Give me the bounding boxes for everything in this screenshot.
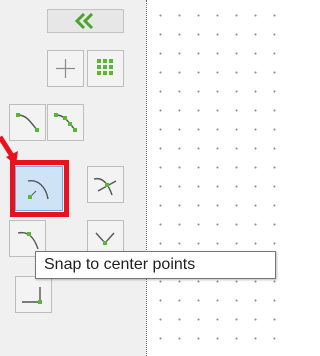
snap-grid-button[interactable]	[87, 50, 124, 87]
snap-line-end-button[interactable]	[15, 276, 52, 313]
snap-segment-points-button[interactable]	[47, 104, 84, 141]
double-chevron-left-icon	[74, 13, 94, 29]
plus-icon	[56, 59, 75, 78]
palette-strip	[130, 0, 146, 356]
snap-line-end-icon	[22, 287, 42, 304]
snap-intersection-icon	[93, 177, 117, 196]
drawing-canvas[interactable]	[147, 0, 280, 356]
grid-dots-icon	[97, 59, 113, 75]
tooltip-text: Snap to center points	[44, 256, 196, 273]
annotation-highlight	[10, 160, 69, 217]
add-point-button[interactable]	[47, 50, 84, 87]
snap-intersection-button[interactable]	[87, 166, 124, 203]
snap-points-icon	[54, 113, 77, 132]
tooltip: Snap to center points	[35, 251, 276, 279]
collapse-toolbar-button[interactable]	[47, 9, 124, 33]
